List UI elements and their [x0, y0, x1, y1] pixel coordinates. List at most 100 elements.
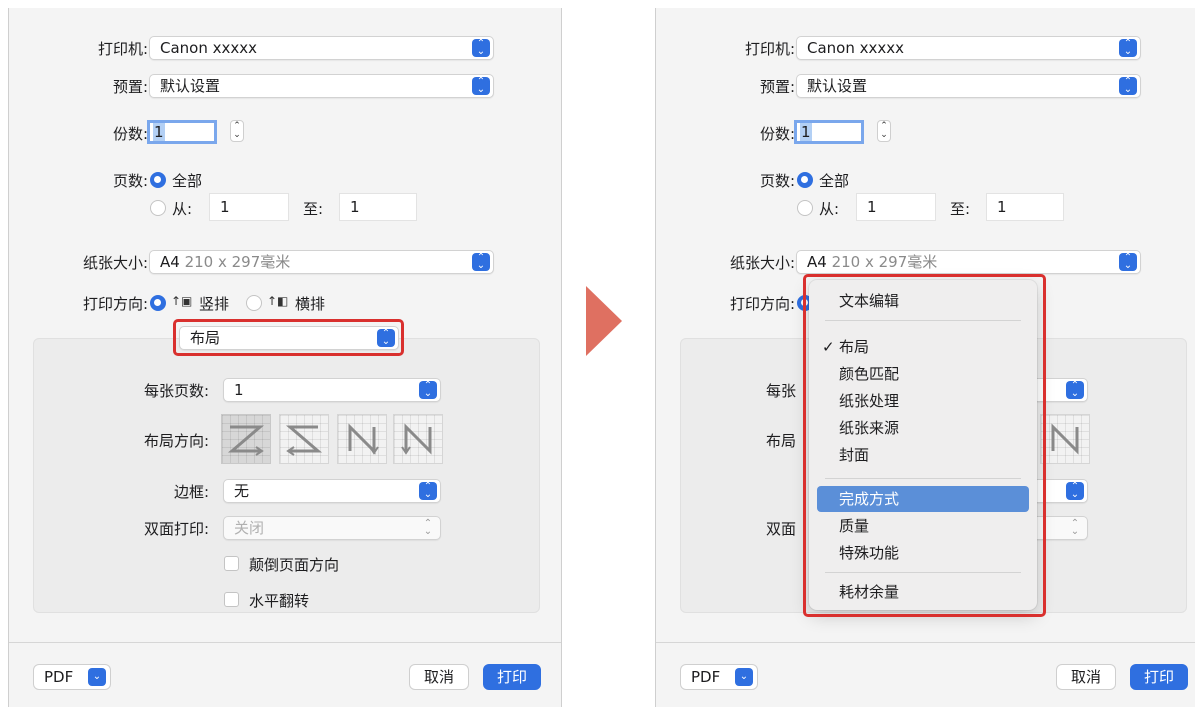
portrait-radio[interactable]: [150, 295, 166, 311]
updown-icon: ⌃ ⌄: [1119, 39, 1137, 57]
layout-direction-label-partial: 布局: [766, 432, 797, 450]
paper-size-label: 纸张大小:: [729, 254, 795, 272]
pages-range-radio[interactable]: [150, 200, 166, 216]
highlight-box: [173, 319, 404, 356]
duplex-value: 关闭: [234, 519, 265, 537]
pdf-button[interactable]: PDF ⌄: [680, 664, 758, 690]
print-button[interactable]: 打印: [1130, 664, 1188, 690]
print-dialog-before: 打印机: Canon xxxxx ⌃ ⌄ 预置: 默认设置 ⌃ ⌄ 份数: 1 ⌃ ⌄…: [8, 8, 562, 707]
arrow-right-icon: [586, 286, 622, 356]
preset-value: 默认设置: [807, 77, 868, 95]
portrait-label: 竖排: [199, 295, 230, 313]
chevron-down-icon: ⌄: [88, 668, 106, 686]
layout-n-icon[interactable]: [393, 414, 443, 464]
updown-icon: ⌃ ⌄: [1066, 381, 1084, 399]
copies-value: 1: [153, 123, 165, 141]
updown-icon: ⌃ ⌄: [1119, 253, 1137, 271]
pages-all-radio[interactable]: [150, 172, 166, 188]
paper-size-select[interactable]: A4 210 x 297毫米 ⌃ ⌄: [796, 250, 1141, 274]
updown-icon: ⌃ ⌄: [1066, 482, 1084, 500]
pages-from-field[interactable]: 1: [209, 193, 289, 221]
preset-label: 预置:: [759, 78, 795, 96]
layout-z-icon[interactable]: [221, 414, 271, 464]
border-select[interactable]: 无 ⌃ ⌄: [223, 479, 441, 503]
pdf-label: PDF: [691, 668, 721, 686]
updown-icon: ⌃ ⌄: [472, 253, 490, 271]
paper-size-detail: 210 x 297毫米: [184, 253, 291, 271]
printer-select[interactable]: Canon xxxxx ⌃ ⌄: [149, 36, 494, 60]
updown-icon: ⌃ ⌄: [472, 77, 490, 95]
duplex-label: 双面打印:: [143, 520, 209, 538]
border-label: 边框:: [173, 483, 209, 501]
printer-select[interactable]: Canon xxxxx ⌃ ⌄: [796, 36, 1141, 60]
pages-per-sheet-label: 每张页数:: [143, 382, 209, 400]
pages-all-radio[interactable]: [797, 172, 813, 188]
flip-horizontal-label: 水平翻转: [249, 592, 310, 610]
paper-size-select[interactable]: A4 210 x 297毫米 ⌃ ⌄: [149, 250, 494, 274]
pages-to-field[interactable]: 1: [339, 193, 417, 221]
copies-field[interactable]: 1: [794, 120, 864, 144]
copies-field[interactable]: 1: [147, 120, 217, 144]
pages-per-sheet-select[interactable]: 1 ⌃ ⌄: [223, 378, 441, 402]
updown-icon: ⌃ ⌄: [423, 518, 433, 537]
printer-value: Canon xxxxx: [160, 39, 258, 57]
portrait-icon: ↑▣: [171, 294, 193, 308]
menu-highlight-box: [803, 274, 1046, 617]
pages-label: 页数:: [112, 172, 148, 190]
preset-label: 预置:: [112, 78, 148, 96]
flip-horizontal-checkbox[interactable]: [224, 592, 239, 607]
pages-to-field[interactable]: 1: [986, 193, 1064, 221]
paper-size-detail: 210 x 297毫米: [831, 253, 938, 271]
pages-from-label: 从:: [819, 200, 840, 218]
updown-icon: ⌃ ⌄: [1070, 518, 1080, 537]
paper-size-value: A4: [160, 253, 180, 271]
pages-to-label: 至:: [950, 200, 971, 218]
chevron-down-icon: ⌄: [735, 668, 753, 686]
footer-divider: [9, 642, 561, 643]
layout-reverse-z-icon[interactable]: [279, 414, 329, 464]
preset-select[interactable]: 默认设置 ⌃ ⌄: [796, 74, 1141, 98]
pages-label: 页数:: [759, 172, 795, 190]
layout-n-reverse-icon[interactable]: [337, 414, 387, 464]
paper-size-label: 纸张大小:: [82, 254, 148, 272]
printer-label: 打印机:: [97, 40, 148, 58]
pages-from-label: 从:: [172, 200, 193, 218]
pdf-button[interactable]: PDF ⌄: [33, 664, 111, 690]
copies-stepper[interactable]: ⌃ ⌄: [230, 120, 244, 142]
paper-size-value: A4: [807, 253, 827, 271]
pages-per-sheet-value: 1: [234, 381, 244, 399]
orientation-label: 打印方向:: [82, 295, 148, 313]
updown-icon: ⌃ ⌄: [419, 482, 437, 500]
cancel-button[interactable]: 取消: [1056, 664, 1116, 690]
pages-all-label: 全部: [172, 172, 203, 190]
updown-icon: ⌃ ⌄: [1119, 77, 1137, 95]
preset-select[interactable]: 默认设置 ⌃ ⌄: [149, 74, 494, 98]
print-dialog-after: 打印机: Canon xxxxx ⌃ ⌄ 预置: 默认设置 ⌃ ⌄ 份数: 1 ⌃ ⌄…: [655, 8, 1195, 707]
copies-value: 1: [800, 123, 812, 141]
print-button[interactable]: 打印: [483, 664, 541, 690]
footer-divider: [656, 642, 1195, 643]
layout-direction-label: 布局方向:: [143, 432, 209, 450]
pages-to-label: 至:: [303, 200, 324, 218]
duplex-select[interactable]: 关闭 ⌃ ⌄: [223, 516, 441, 540]
updown-icon: ⌃ ⌄: [472, 39, 490, 57]
printer-value: Canon xxxxx: [807, 39, 905, 57]
duplex-label-partial: 双面: [766, 520, 797, 538]
copies-label: 份数:: [112, 125, 148, 143]
pages-all-label: 全部: [819, 172, 850, 190]
updown-icon: ⌃ ⌄: [419, 381, 437, 399]
reverse-orientation-label: 颠倒页面方向: [249, 556, 340, 574]
copies-stepper[interactable]: ⌃ ⌄: [877, 120, 891, 142]
landscape-radio[interactable]: [246, 295, 262, 311]
pages-range-radio[interactable]: [797, 200, 813, 216]
landscape-label: 横排: [295, 295, 326, 313]
copies-label: 份数:: [759, 125, 795, 143]
cancel-button[interactable]: 取消: [409, 664, 469, 690]
reverse-orientation-checkbox[interactable]: [224, 556, 239, 571]
layout-n-icon[interactable]: [1040, 414, 1090, 464]
pages-from-field[interactable]: 1: [856, 193, 936, 221]
pdf-label: PDF: [44, 668, 74, 686]
pages-per-sheet-label-partial: 每张: [766, 382, 797, 400]
preset-value: 默认设置: [160, 77, 221, 95]
orientation-label: 打印方向:: [729, 295, 795, 313]
